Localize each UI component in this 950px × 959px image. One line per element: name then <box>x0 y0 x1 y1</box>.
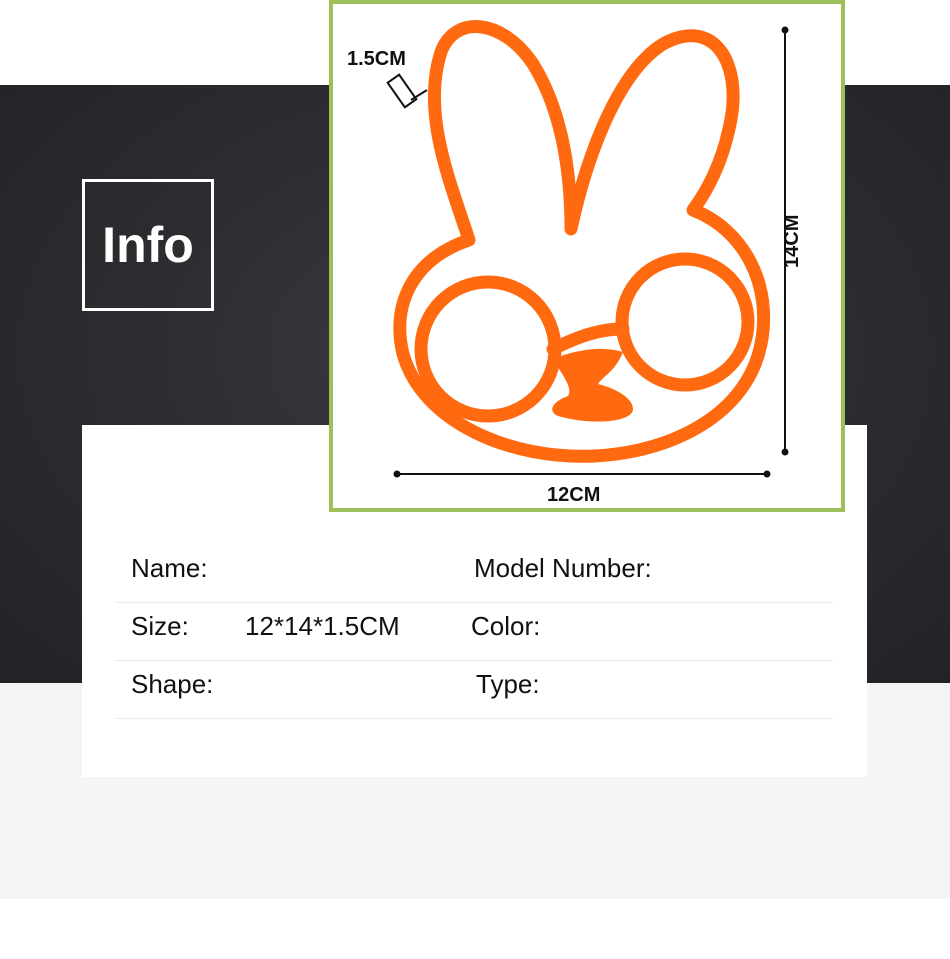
product-image-frame: 1.5CM 14CM 12CM <box>329 0 845 512</box>
dimension-width-label: 12CM <box>547 484 601 506</box>
spec-size-value: 12*14*1.5CM <box>245 611 400 641</box>
dimension-thickness-label: 1.5CM <box>347 48 406 70</box>
spec-color-label: Color: <box>471 611 541 641</box>
spec-size-label: Size: <box>131 611 189 641</box>
info-badge: Info <box>82 179 214 311</box>
mold-nose <box>552 348 633 422</box>
spec-shape-label: Shape: <box>131 669 214 699</box>
spec-model-label: Model Number: <box>474 553 652 583</box>
spec-row-shape: Shape: Type: <box>115 661 833 719</box>
spec-type-label: Type: <box>476 669 540 699</box>
rabbit-egg-mold-image <box>386 20 789 478</box>
spec-name-label: Name: <box>131 553 208 583</box>
mold-left-eye <box>414 275 562 423</box>
mold-right-eye <box>615 252 755 392</box>
spec-table: Name: Model Number: Size: 12*14*1.5CM Co… <box>115 545 833 719</box>
info-badge-label: Info <box>102 217 194 273</box>
dimension-height-label: 14CM <box>781 214 803 268</box>
spec-row-size: Size: 12*14*1.5CM Color: <box>115 603 833 661</box>
spec-row-name: Name: Model Number: <box>115 545 833 603</box>
